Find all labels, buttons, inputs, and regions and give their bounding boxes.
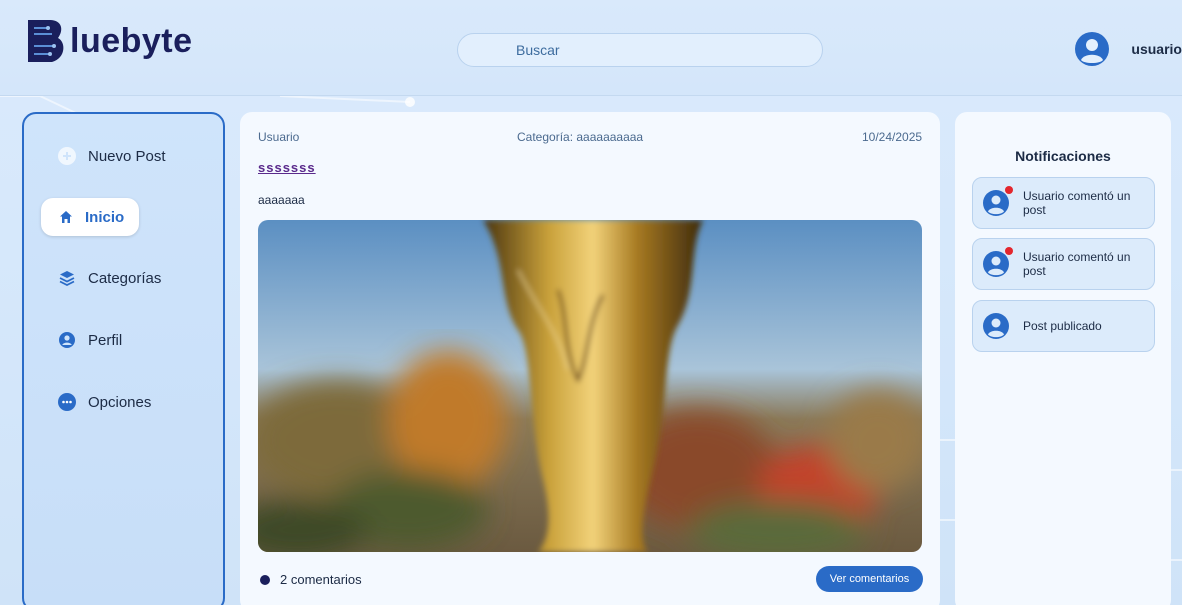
post-title-link[interactable]: sssssss [258,160,316,175]
sidebar-nav: Nuevo Post Inicio Categorías Perfil Opci… [22,112,225,605]
sidebar-item-label: Inicio [85,208,125,226]
search-input[interactable] [457,33,823,67]
post-author[interactable]: Usuario [258,130,299,144]
notification-item[interactable]: Post publicado [972,300,1155,352]
sidebar-item-nuevo-post[interactable]: Nuevo Post [58,136,166,176]
notification-text: Post publicado [1023,319,1102,333]
layers-icon [58,269,76,287]
comments-count-text: 2 comentarios [280,572,362,587]
post-category[interactable]: Categoría: aaaaaaaaaa [517,130,643,144]
more-icon [58,393,76,411]
user-circle-icon [58,331,76,349]
user-name: usuario [1131,41,1182,57]
user-menu[interactable]: usuario [1075,32,1182,66]
sidebar-item-label: Nuevo Post [88,147,166,165]
sidebar-item-opciones[interactable]: Opciones [58,382,151,422]
sidebar-item-categorias[interactable]: Categorías [58,258,161,298]
notification-item[interactable]: Usuario comentó un post [972,177,1155,229]
notifications-panel: Notificaciones Usuario comentó un post U… [955,112,1171,605]
notifications-title: Notificaciones [1015,148,1111,164]
unread-badge [1005,247,1013,255]
logo-mark-icon [28,20,64,62]
unread-badge [1005,186,1013,194]
trophy-photo [258,220,922,552]
post-body-text: aaaaaaa [258,193,305,207]
notification-item[interactable]: Usuario comentó un post [972,238,1155,290]
brand-name: luebyte [70,21,193,60]
top-header: luebyte usuario [0,0,1182,96]
sidebar-item-inicio[interactable]: Inicio [41,198,139,236]
user-avatar-icon [983,251,1009,277]
home-icon [57,208,75,226]
post-date: 10/24/2025 [862,130,923,144]
sidebar-item-perfil[interactable]: Perfil [58,320,122,360]
user-avatar-icon [983,313,1009,339]
plus-icon [58,147,76,165]
post-image[interactable] [258,220,922,552]
user-avatar-icon[interactable] [1075,32,1110,66]
sidebar-item-label: Categorías [88,269,162,287]
brand-logo[interactable]: luebyte [24,18,193,64]
comment-bubble-icon [260,574,270,585]
notification-text: Usuario comentó un post [1023,189,1131,217]
comments-count: 2 comentarios [260,572,362,587]
sidebar-item-label: Perfil [88,331,123,349]
sidebar-item-label: Opciones [88,393,152,411]
user-avatar-icon [983,190,1009,216]
see-comments-button[interactable]: Ver comentarios [816,566,923,592]
post-card: Usuario Categoría: aaaaaaaaaa 10/24/2025… [240,112,940,605]
notification-text: Usuario comentó un post [1023,250,1131,278]
